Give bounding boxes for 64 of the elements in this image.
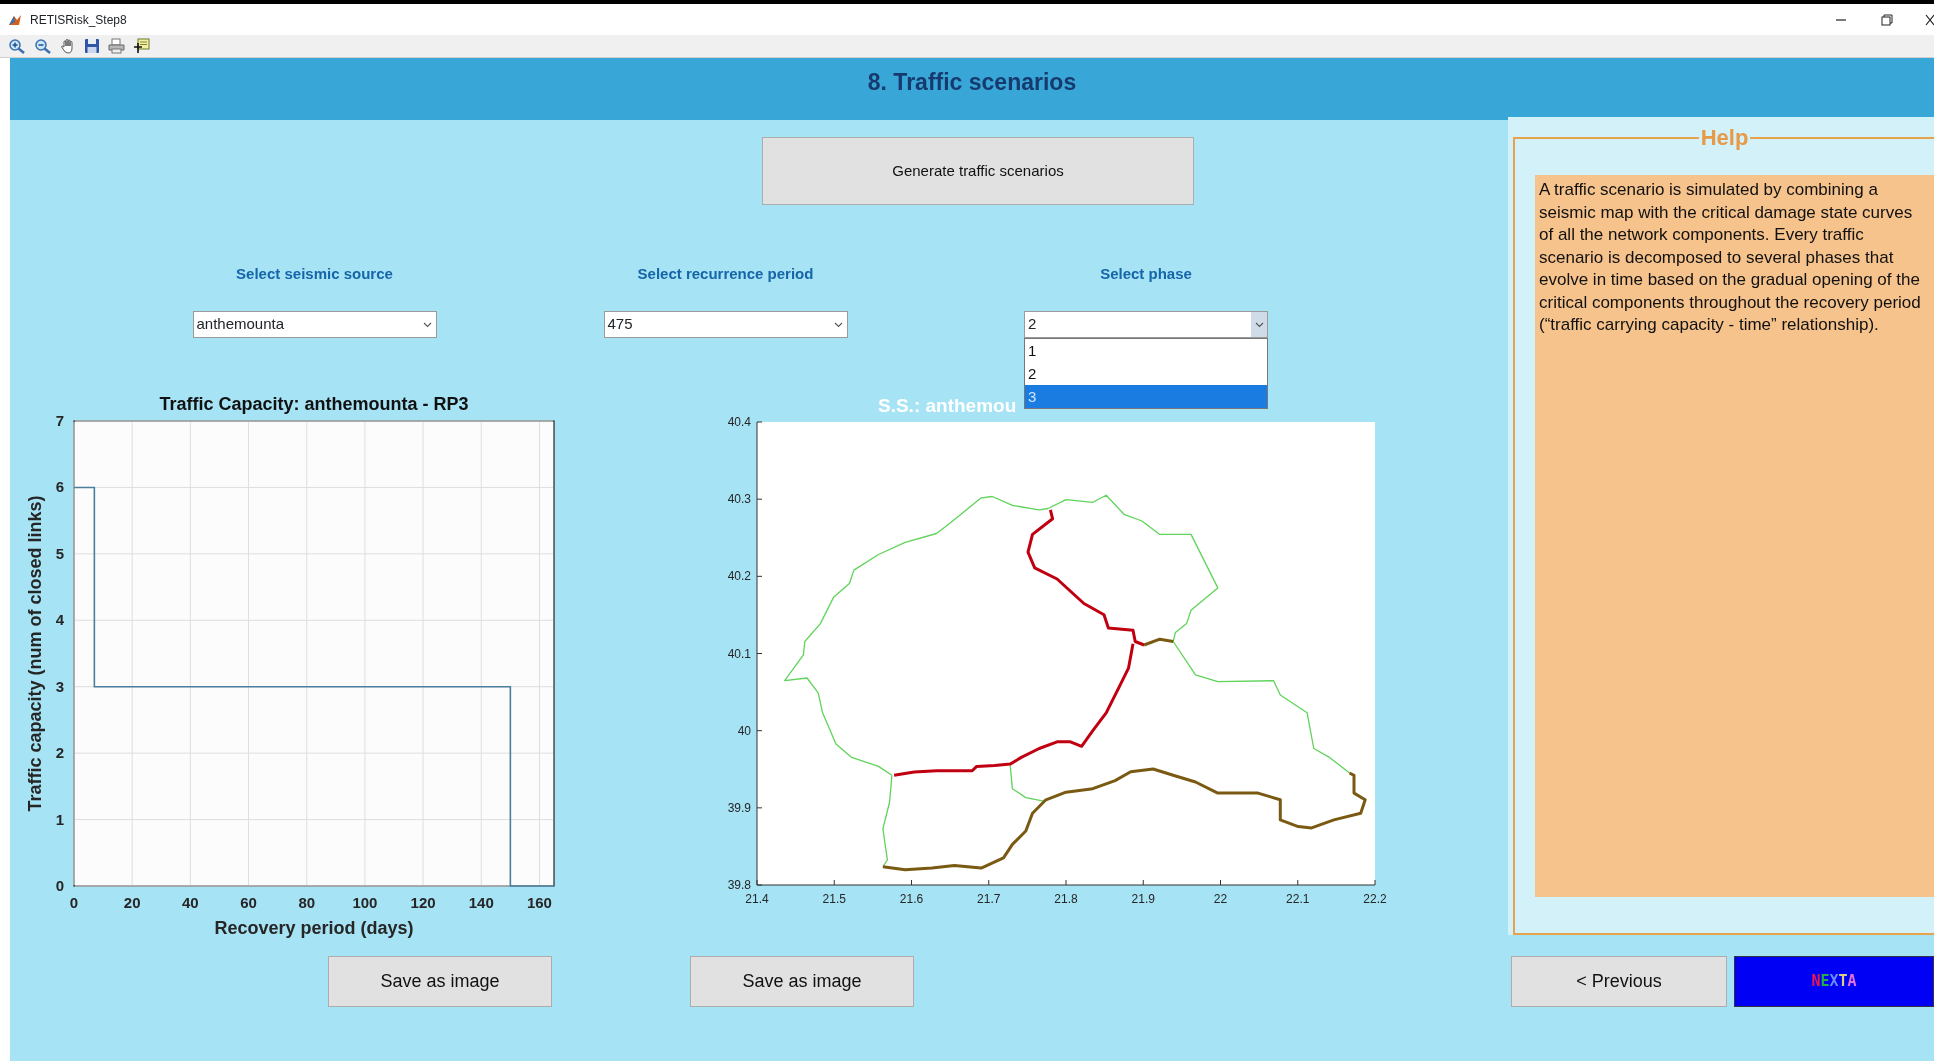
chevron-icon (423, 321, 432, 328)
close-icon[interactable] (1924, 12, 1934, 27)
window-title: RETISRisk_Step8 (30, 11, 127, 29)
tick-label: 39.8 (727, 878, 751, 892)
tick-label: 22.2 (1363, 892, 1387, 906)
tick-label: 100 (352, 894, 378, 911)
tick-label: 5 (55, 544, 64, 562)
tick-label: 21.8 (1054, 892, 1078, 906)
tick-label: 0 (55, 877, 64, 894)
tick-label: 140 (468, 894, 494, 911)
tick-label: 3 (55, 677, 64, 695)
select-label: Select seismic source (236, 264, 393, 283)
tick-label: 20 (123, 894, 141, 911)
previous-button[interactable]: < Previous (1511, 956, 1727, 1007)
data-cursor-icon[interactable] (133, 38, 150, 54)
tick-label: 40.4 (727, 415, 751, 429)
tick-label: 21.9 (1131, 892, 1155, 906)
tick-label: 39.9 (727, 800, 751, 815)
select-label: Select recurrence period (637, 264, 814, 283)
tick-label: 0 (69, 894, 79, 911)
tick-label: 21.4 (745, 892, 769, 906)
tick-label: 40.2 (727, 569, 751, 584)
save-image-button[interactable]: Save as image (328, 956, 552, 1007)
dropdown[interactable]: anthemounta (192, 311, 437, 338)
restore-icon[interactable] (1878, 12, 1896, 27)
tick-label: 40 (182, 894, 199, 911)
tick-label: 60 (240, 894, 257, 911)
tick-label: 21.6 (899, 892, 924, 906)
help-text: A traffic scenario is simulated by combining a seismic map with the critical damage state curves of all the network components. Every traffic scenario is decomposed to several phases that evolve in time based on the gradual opening of the critical components throughout the recovery period (“traffic carrying capacity - time” relationship). (1535, 175, 1934, 897)
tick-label: 40.1 (727, 646, 751, 661)
dropdown[interactable]: 475 (603, 311, 848, 338)
tick-label: 1 (55, 810, 64, 828)
chevron-icon (1254, 321, 1264, 328)
axis-label: Recovery period (days) (214, 918, 414, 938)
tick-label: 6 (55, 478, 64, 496)
tick-label: 80 (298, 894, 316, 911)
tick-label: 21.5 (822, 892, 846, 906)
tick-label: 22.1 (1286, 892, 1310, 906)
tick-label: 40.3 (727, 492, 751, 507)
next-button[interactable]: NEXTA (1734, 956, 1934, 1007)
select-label: Select phase (1100, 264, 1192, 283)
chart-title: Traffic Capacity: anthemounta - RP3 (159, 394, 469, 414)
panel-title: Help (1699, 127, 1750, 149)
tick-label: 22 (1213, 892, 1228, 906)
tick-label: 2 (55, 744, 64, 762)
hand-icon[interactable] (60, 38, 76, 54)
tick-label: 21.7 (977, 892, 1001, 906)
tick-label: 7 (55, 412, 64, 429)
axis-label: Traffic capacity (num of closed links) (25, 495, 45, 812)
zoom-out-icon[interactable] (34, 38, 52, 54)
dropdown-option[interactable]: 2 (1025, 362, 1267, 385)
tick-label: 4 (55, 611, 64, 629)
dropdown[interactable]: 2 (1024, 311, 1268, 338)
tick-label: 120 (410, 894, 436, 911)
tick-label: 40 (737, 723, 751, 738)
printer-icon[interactable] (108, 38, 125, 54)
page-title: 8. Traffic scenarios (867, 67, 1077, 97)
zoom-in-icon[interactable] (8, 38, 26, 54)
map-title: S.S.: anthemou (878, 395, 1017, 416)
chevron-icon (834, 321, 843, 328)
tick-label: 160 (526, 894, 552, 911)
save-image-button[interactable]: Save as image (690, 956, 914, 1007)
dropdown-option[interactable]: 1 (1025, 339, 1267, 362)
generate-button[interactable]: Generate traffic scenarios (762, 137, 1194, 205)
